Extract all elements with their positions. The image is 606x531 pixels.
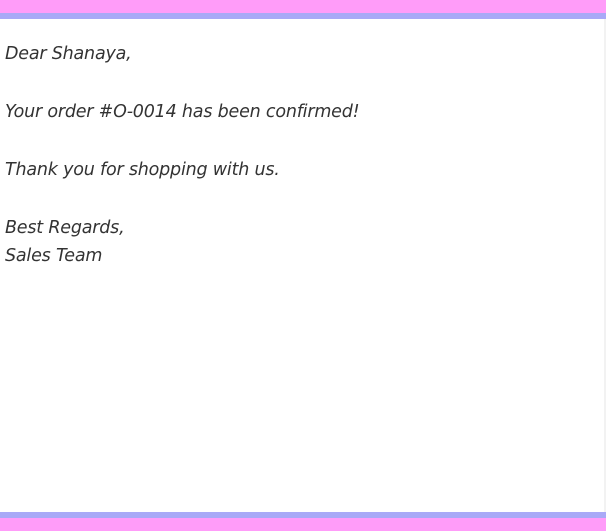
order-confirmation-text: Your order #O-0014 has been confirmed! — [5, 102, 360, 122]
top-decorative-band — [0, 0, 606, 19]
email-message-body: Dear Shanaya, Your order #O-0014 has bee… — [5, 40, 360, 270]
bottom-pink-stripe — [0, 518, 606, 531]
signature-text: Sales Team — [5, 246, 103, 266]
bottom-decorative-band — [0, 512, 606, 531]
closing-text: Best Regards, — [5, 218, 125, 238]
top-pink-stripe — [0, 0, 606, 13]
top-lavender-stripe — [0, 13, 606, 19]
email-greeting: Dear Shanaya, — [5, 44, 132, 64]
thank-you-text: Thank you for shopping with us. — [5, 160, 280, 180]
